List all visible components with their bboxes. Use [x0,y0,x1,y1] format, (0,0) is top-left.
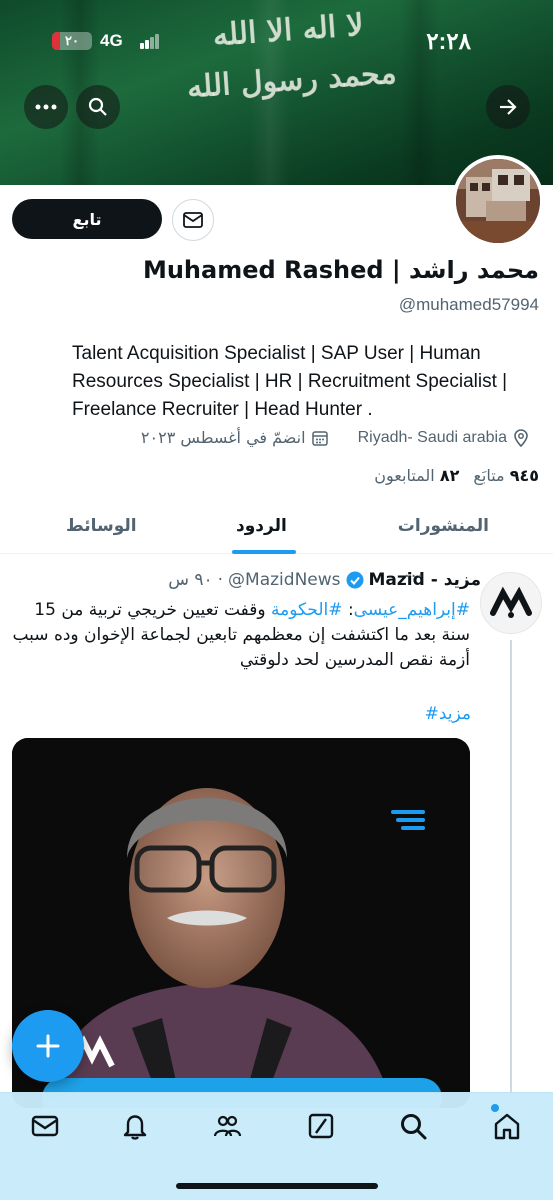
profile-name: Muhamed Rashed | محمد راشد [142,256,539,284]
verified-badge-icon [346,571,364,589]
profile-bio: Talent Acquisition Specialist | SAP User… [72,343,508,420]
back-button[interactable] [486,85,530,129]
search-icon [88,97,107,116]
mazid-logo-icon [490,586,532,618]
tweet-text: #إبراهيم_عيسى: #الحكومة وقفت تعيين خريجي… [12,600,470,670]
network-label: 4G [100,31,123,50]
search-icon[interactable] [398,1111,428,1141]
profile-avatar[interactable] [452,155,544,247]
hashtag-link[interactable]: #إبراهيم_عيسى [354,600,470,620]
followers-link[interactable]: ٨٢ المتابعون [374,466,459,485]
calendar-icon [311,430,328,446]
bell-icon[interactable] [120,1111,150,1141]
battery-icon: ٢٠ [52,32,92,50]
tweet-more-button[interactable]: ··· [404,566,424,587]
compose-button[interactable] [12,1010,84,1082]
location-icon [514,428,528,447]
profile-handle: @muhamed57994 [398,295,539,314]
avatar-image [456,159,540,243]
more-options-button[interactable] [24,85,68,129]
tweet-time[interactable]: ٩٠ س [168,570,212,590]
thread-line [510,640,512,1100]
notification-dot [491,1104,499,1112]
tweet-dot: · [217,570,224,590]
mail-icon [183,212,203,228]
tab-posts[interactable]: المنشورات [398,516,489,536]
follow-stats: ٩٤٥ متابَع ٨٢ المتابعون [374,466,539,485]
plus-icon [36,1034,60,1058]
profile-location: Riyadh- Saudi arabia [357,428,507,446]
tab-media[interactable]: الوسائط [66,516,137,536]
grok-icon[interactable] [306,1111,336,1141]
signal-icon [140,34,160,49]
hashtag-link[interactable]: #مزيد [425,704,471,724]
more-icon [35,104,57,110]
message-button[interactable] [172,199,214,241]
home-icon[interactable] [492,1111,522,1141]
clock: ٢:٢٨ [426,28,471,54]
search-button[interactable] [76,85,120,129]
home-indicator [176,1183,378,1189]
tab-replies[interactable]: الردود [236,516,287,536]
tweet-author-name[interactable]: مزيد - Mazid [369,570,481,590]
people-icon[interactable] [212,1111,242,1141]
profile-tabs: المنشورات الردود الوسائط [0,500,553,554]
arrow-right-icon [500,99,517,115]
tweet-author-handle[interactable]: @MazidNews [228,570,340,590]
profile-meta: Riyadh- Saudi arabia انضمّ في أغسطس ٢٠٢٣ [141,428,529,447]
mail-icon[interactable] [30,1111,60,1141]
status-bar: ٢٠ 4G ٢:٢٨ [0,28,553,54]
following-link[interactable]: ٩٤٥ متابَع [473,466,539,485]
tweet-author-avatar[interactable] [480,572,542,634]
profile-joined: انضمّ في أغسطس ٢٠٢٣ [140,428,306,447]
active-tab-indicator [232,550,296,554]
follow-button[interactable]: تابع [12,199,162,239]
hashtag-link[interactable]: #الحكومة [271,600,343,620]
tweet-header: مزيد - Mazid @MazidNews · ٩٠ س [168,570,481,590]
